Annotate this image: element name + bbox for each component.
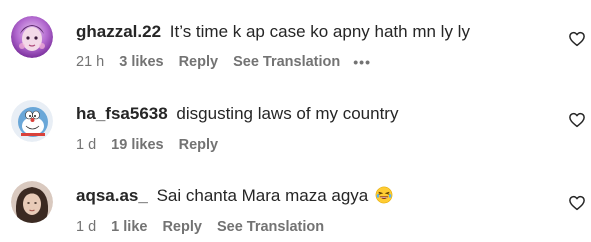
comment-item: ha_fsa5638 disgusting laws of my country… <box>0 80 591 160</box>
comment-text: It’s time k ap case ko apny hath mn ly l… <box>169 22 470 41</box>
reply-button[interactable]: Reply <box>162 218 202 236</box>
comment-username[interactable]: ha_fsa5638 <box>76 104 168 123</box>
heart-icon[interactable] <box>568 30 586 48</box>
comment-text: Sai chanta Mara maza agya <box>156 186 369 205</box>
comment-item: ghazzal.22 It’s time k ap case ko apny h… <box>0 0 591 80</box>
avatar-cartoon-robot-icon <box>11 100 53 142</box>
avatar-pink-filter-icon <box>11 16 53 58</box>
avatar[interactable] <box>11 100 53 142</box>
comment-body: aqsa.as_ Sai chanta Mara maza agya <box>76 185 393 207</box>
avatar[interactable] <box>11 16 53 58</box>
comment-username[interactable]: ghazzal.22 <box>76 22 161 41</box>
likes-count-button[interactable]: 1 like <box>111 218 147 236</box>
reply-button[interactable]: Reply <box>179 136 219 154</box>
comment-time: 1 d <box>76 219 97 235</box>
see-translation-button[interactable]: See Translation <box>233 53 340 71</box>
comment-item: aqsa.as_ Sai chanta Mara maza agya 1 d 1… <box>0 160 591 242</box>
comment-body: ghazzal.22 It’s time k ap case ko apny h… <box>76 21 470 43</box>
comment-meta: 21 h 3 likes Reply See Translation ••• <box>76 53 371 71</box>
avatar-photo-icon <box>11 181 53 223</box>
more-options-icon[interactable]: ••• <box>353 53 371 71</box>
comment-meta: 1 d 19 likes Reply <box>76 136 218 154</box>
heart-icon[interactable] <box>568 194 586 212</box>
likes-count-button[interactable]: 3 likes <box>119 53 163 71</box>
see-translation-button[interactable]: See Translation <box>217 218 324 236</box>
comment-meta: 1 d 1 like Reply See Translation <box>76 218 324 236</box>
comment-time: 1 d <box>76 137 97 153</box>
comment-username[interactable]: aqsa.as_ <box>76 186 148 205</box>
laughing-emoji-icon <box>375 186 393 204</box>
reply-button[interactable]: Reply <box>179 53 219 71</box>
comment-text: disgusting laws of my country <box>176 104 399 123</box>
comment-time: 21 h <box>76 54 105 70</box>
heart-icon[interactable] <box>568 111 586 129</box>
comment-body: ha_fsa5638 disgusting laws of my country <box>76 103 398 125</box>
avatar[interactable] <box>11 181 53 223</box>
likes-count-button[interactable]: 19 likes <box>111 136 163 154</box>
